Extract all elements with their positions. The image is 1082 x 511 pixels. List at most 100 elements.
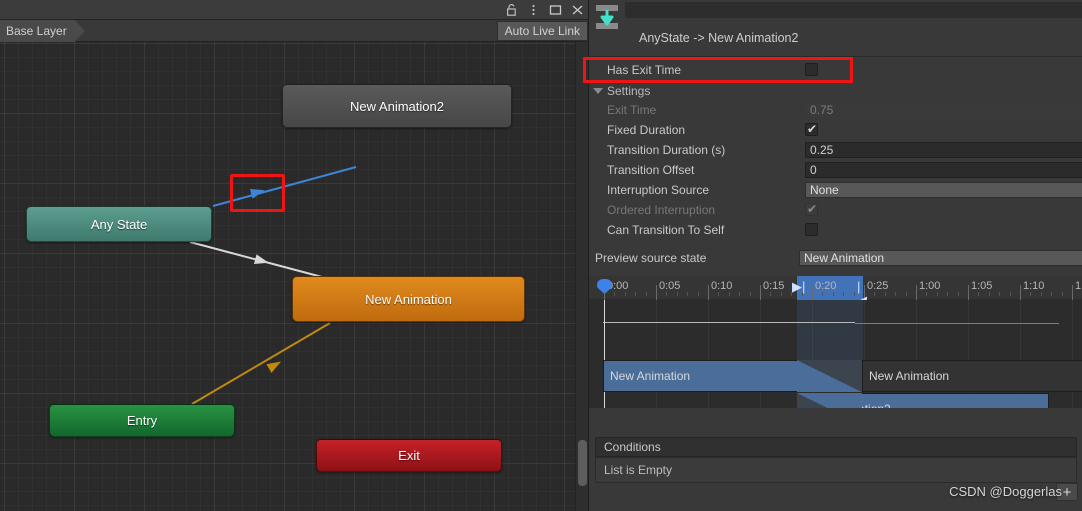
ruler-subtick [687, 292, 689, 296]
ruler-subtick [1040, 292, 1042, 296]
ruler-subtick [770, 292, 772, 296]
can-transition-to-self-value [805, 222, 1082, 238]
has-exit-time-label: Has Exit Time [607, 63, 682, 77]
add-condition-label: + [1062, 483, 1072, 501]
state-machine-canvas[interactable]: New Animation2 Any State New Animation Entr… [0, 42, 588, 511]
ruler-subtick [843, 292, 845, 296]
range-start-handle[interactable]: ▶| [792, 280, 805, 294]
ruler-subtick [614, 292, 616, 296]
ruler-subtick [635, 292, 637, 296]
menu-icon[interactable] [527, 3, 540, 17]
property-row-transition-duration[interactable]: Transition Duration (s) 0.25 [589, 140, 1082, 160]
transition-preview-timeline[interactable]: 0:000:050:100:150:200:251:001:051:101:15… [589, 276, 1082, 432]
property-row-transition-offset[interactable]: Transition Offset 0 [589, 160, 1082, 180]
settings-label: Settings [607, 84, 651, 98]
transition-anystate-to-new-animation2[interactable] [212, 166, 357, 207]
state-node-label: New Animation [365, 291, 452, 307]
close-icon[interactable] [571, 3, 584, 17]
transition-duration-input[interactable]: 0.25 [805, 142, 1082, 158]
timeline-clip-label: New Animation [610, 369, 691, 383]
transition-offset-input[interactable]: 0 [805, 162, 1082, 178]
property-row-can-transition-to-self[interactable]: Can Transition To Self [589, 220, 1082, 240]
timeline-ruler[interactable]: 0:000:050:100:150:200:251:001:051:101:15… [589, 276, 1082, 308]
property-row-fixed-duration[interactable]: Fixed Duration ✔ [589, 120, 1082, 140]
interruption-source-label: Interruption Source [607, 183, 710, 197]
breadcrumb-label: Base Layer [6, 24, 67, 38]
window-titlebar [0, 0, 588, 20]
ruler-tick [708, 285, 709, 300]
lock-icon[interactable] [505, 3, 518, 17]
can-transition-to-self-label: Can Transition To Self [607, 223, 725, 237]
conditions-empty-text: List is Empty [604, 463, 673, 477]
inspector-header: AnyState -> New Animation2 [589, 0, 1082, 56]
ruler-tick [968, 285, 969, 300]
state-node-new-animation[interactable]: New Animation [292, 276, 525, 322]
exit-time-value: 0.75 [805, 102, 1082, 118]
transition-entry-to-new-animation[interactable] [191, 322, 331, 405]
state-node-new-animation2[interactable]: New Animation2 [282, 84, 512, 128]
has-exit-time-value [805, 62, 1082, 78]
exit-time-input[interactable]: 0.75 [805, 102, 1082, 118]
can-transition-to-self-checkbox[interactable] [805, 223, 818, 236]
property-row-interruption-source[interactable]: Interruption Source None [589, 180, 1082, 200]
ruler-subtick [884, 292, 886, 296]
interruption-source-dropdown[interactable]: None [805, 182, 1082, 198]
preview-source-state-dropdown[interactable]: New Animation [799, 250, 1082, 266]
transition-offset-label: Transition Offset [607, 163, 695, 177]
timeline-tracks[interactable]: New AnimationNew AnimationNew Animation2 [589, 300, 1082, 408]
ruler-tick [812, 285, 813, 300]
ruler-subtick [1030, 292, 1032, 296]
ruler-subtick [1051, 292, 1053, 296]
ruler-tick [1072, 285, 1073, 300]
breadcrumb[interactable]: Base Layer [0, 20, 85, 42]
ruler-subtick [832, 292, 834, 296]
ruler-tick [1020, 285, 1021, 300]
has-exit-time-checkbox[interactable] [805, 63, 818, 76]
state-node-any-state[interactable]: Any State [26, 206, 212, 242]
ruler-subtick [978, 292, 980, 296]
check-icon: ✔ [807, 202, 818, 216]
conditions-list[interactable]: List is Empty [595, 457, 1077, 483]
graph-vertical-scrollbar[interactable] [575, 42, 588, 511]
interruption-source-value: None [805, 182, 1082, 198]
preview-curve [603, 322, 855, 323]
property-row-ordered-interruption[interactable]: Ordered Interruption ✔ [589, 200, 1082, 220]
maximize-icon[interactable] [549, 3, 562, 17]
preview-curve-tail [855, 323, 1059, 324]
check-icon: ✔ [807, 122, 818, 136]
state-node-exit[interactable]: Exit [316, 439, 502, 472]
fixed-duration-checkbox[interactable]: ✔ [805, 123, 818, 136]
ruler-subtick [957, 292, 959, 296]
transition-duration-text: 0.25 [810, 143, 834, 157]
inspector-name-field[interactable] [625, 2, 1082, 18]
transition-anystate-to-new-animation[interactable] [189, 241, 323, 278]
ruler-label: 0:10 [711, 280, 733, 292]
ruler-subtick [728, 292, 730, 296]
ruler-subtick [749, 292, 751, 296]
conditions-label: Conditions [604, 440, 661, 454]
property-row-has-exit-time[interactable]: Has Exit Time [589, 60, 1082, 80]
graph-scrollbar-thumb[interactable] [578, 440, 587, 486]
range-end-handle[interactable]: |◀ [857, 280, 867, 308]
timeline-clip-source-clip[interactable]: New Animation [603, 360, 799, 392]
transition-arrow-icon [253, 254, 269, 265]
ruler-subtick [999, 292, 1001, 296]
settings-foldout[interactable]: Settings [589, 83, 1082, 99]
transition-offset-value: 0 [805, 162, 1082, 178]
dest-clip-fade-in [797, 393, 862, 408]
ruler-tick [656, 285, 657, 300]
property-row-exit-time[interactable]: Exit Time 0.75 [589, 100, 1082, 120]
fixed-duration-value: ✔ [805, 122, 1082, 138]
watermark: CSDN @Doggerlas [949, 484, 1062, 499]
timeline-clip-source-clip-loop[interactable]: New Animation [862, 360, 1082, 392]
state-node-entry[interactable]: Entry [49, 404, 235, 437]
ruler-label: 1:00 [919, 280, 941, 292]
ruler-label: 0:15 [763, 280, 785, 292]
preview-source-state-text: New Animation [804, 251, 885, 265]
animator-graph-panel: Base Layer Auto Live Link New Animation2… [0, 0, 588, 511]
ordered-interruption-checkbox[interactable]: ✔ [805, 203, 818, 216]
ruler-subtick [822, 292, 824, 296]
source-clip-fade-out [797, 360, 862, 392]
property-row-preview-source-state[interactable]: Preview source state New Animation [589, 248, 1082, 268]
auto-live-link-button[interactable]: Auto Live Link [496, 21, 588, 41]
